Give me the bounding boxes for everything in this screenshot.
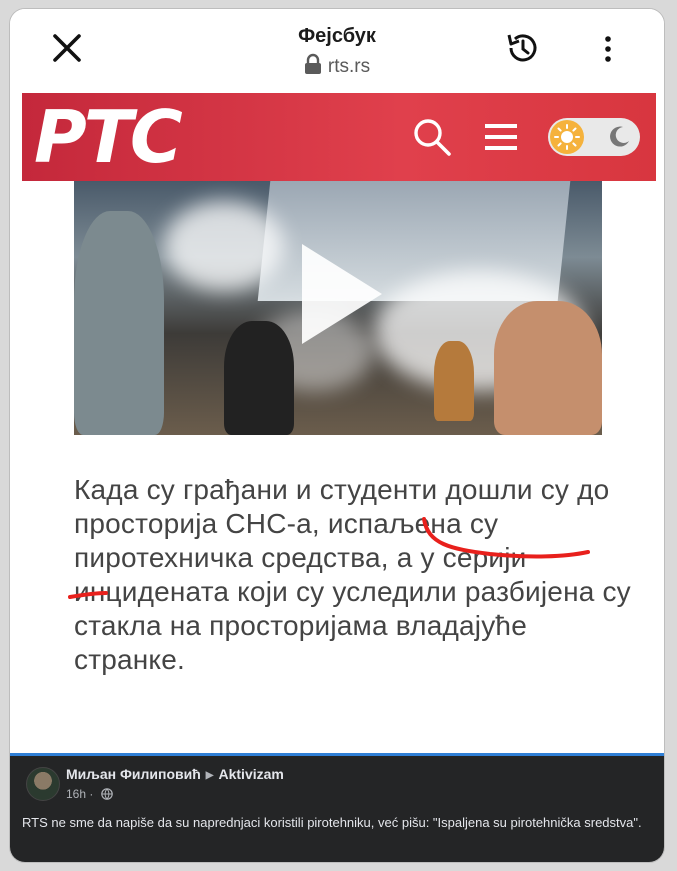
post-meta: 16h · [66, 787, 113, 801]
browser-url[interactable]: rts.rs [10, 53, 664, 78]
globe-icon [100, 788, 113, 800]
history-icon[interactable] [504, 29, 542, 67]
sun-icon [550, 120, 584, 154]
post-author-line: Миљан Филиповић ▶ Aktivizam [66, 766, 284, 782]
search-icon[interactable] [412, 117, 452, 157]
facebook-post: Миљан Филиповић ▶ Aktivizam 16h · RTS ne s… [10, 756, 664, 862]
group-name[interactable]: Aktivizam [219, 766, 284, 782]
phone-frame: Фејсбук rts.rs РТС Када су грађани и сту… [9, 8, 665, 863]
play-icon[interactable] [290, 239, 390, 349]
url-text: rts.rs [327, 56, 371, 77]
theme-toggle[interactable] [548, 118, 640, 156]
more-vertical-icon[interactable] [598, 33, 618, 65]
site-header: РТС [22, 93, 656, 181]
browser-title: Фејсбук [298, 25, 376, 47]
post-body: RTS ne sme da napiše da su naprednjaci k… [22, 815, 642, 830]
browser-header: Фејсбук rts.rs [10, 9, 664, 93]
hamburger-menu-icon[interactable] [484, 121, 518, 153]
author-name[interactable]: Миљан Филиповић [66, 766, 201, 782]
post-time[interactable]: 16h [66, 787, 86, 801]
lock-icon [304, 53, 321, 74]
video-player[interactable] [74, 181, 602, 435]
moon-icon [610, 126, 629, 147]
article-paragraph: Када су грађани и студенти дошли су до п… [74, 474, 631, 675]
site-logo[interactable]: РТС [34, 99, 183, 175]
caret-right-icon: ▶ [205, 770, 214, 781]
avatar[interactable] [26, 767, 60, 801]
